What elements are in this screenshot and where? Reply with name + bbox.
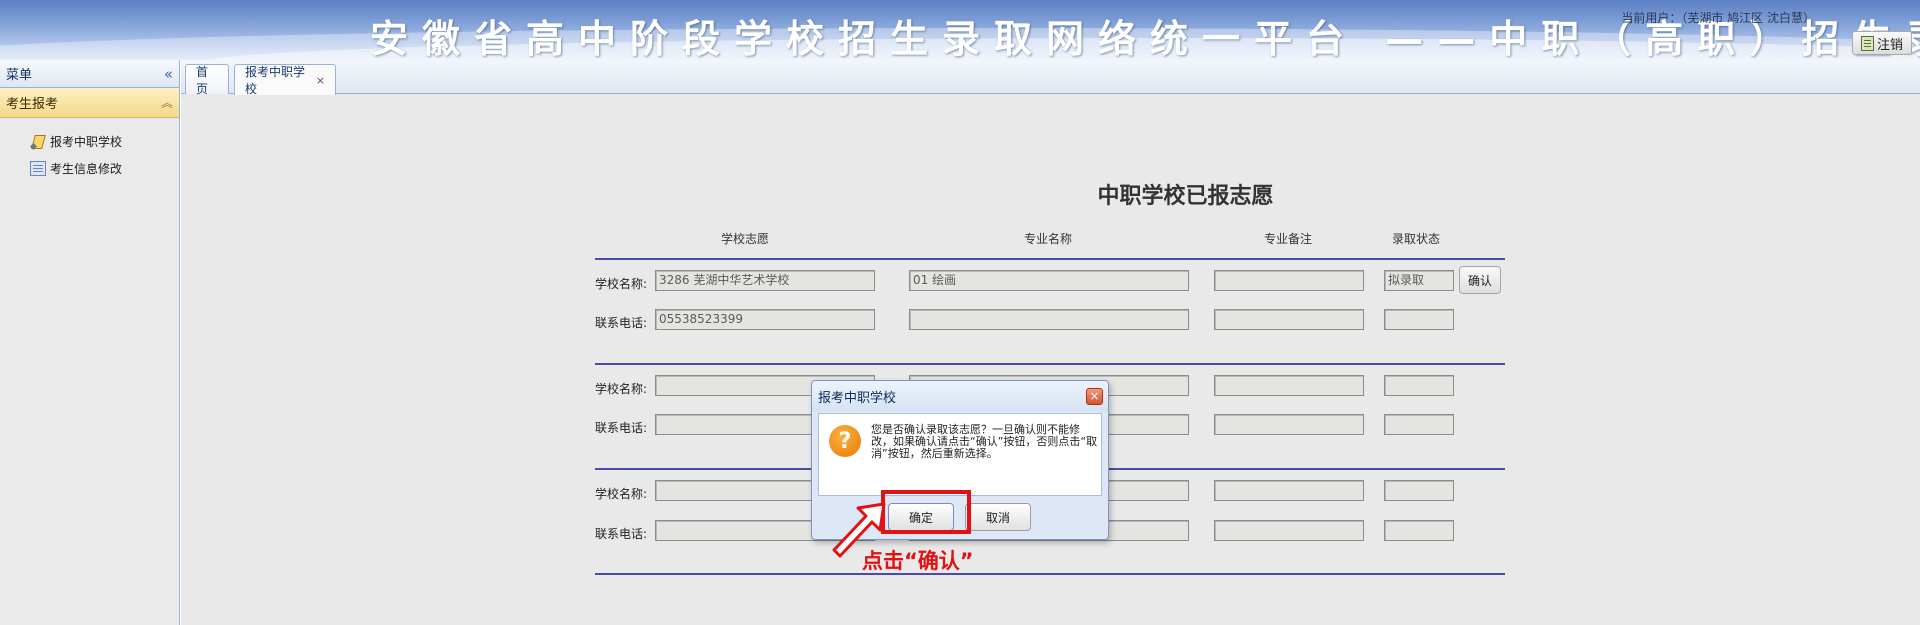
sidebar-item-label: 考生信息修改 xyxy=(50,162,123,176)
phone-label: 联系电话: xyxy=(595,316,648,330)
major-note-field[interactable] xyxy=(1214,270,1364,291)
blank-field[interactable] xyxy=(909,309,1189,330)
dialog-title: 报考中职学校 xyxy=(818,390,897,406)
sidebar-item-label: 报考中职学校 xyxy=(50,135,123,149)
sidebar-group-exam[interactable]: 考生报考 ︽ xyxy=(0,88,179,118)
sidebar-title: 菜单 xyxy=(6,68,33,83)
school-name-field[interactable]: 3286 芜湖中华艺术学校 xyxy=(655,270,875,291)
header-banner: 安徽省高中阶段学校招生录取网络统一平台 ——中职（高职）招生录取 当前用户：（芜… xyxy=(0,0,1920,60)
school-name-label: 学校名称: xyxy=(595,487,648,501)
column-header-school: 学校志愿 xyxy=(721,232,770,246)
close-icon[interactable]: × xyxy=(316,74,325,87)
blank-field[interactable] xyxy=(1214,520,1364,541)
tab-label: 首页 xyxy=(196,64,209,96)
separator-line xyxy=(595,363,1505,365)
current-user: 当前用户：（芜湖市 鸠江区 沈白慧） xyxy=(1621,11,1815,25)
school-name-label: 学校名称: xyxy=(595,277,648,291)
highlight-box xyxy=(881,490,971,534)
form-title: 中职学校已报志愿 xyxy=(1097,184,1274,209)
sidebar: 菜单 « 考生报考 ︽ 报考中职学校 考生信息修改 xyxy=(0,60,180,625)
major-name-field[interactable]: 01 绘画 xyxy=(909,270,1189,291)
annotation-text: 点击“确认” xyxy=(862,549,974,573)
separator-line xyxy=(595,258,1505,260)
admission-status-field[interactable]: 拟录取 xyxy=(1384,270,1454,291)
phone-field[interactable]: 05538523399 xyxy=(655,309,875,330)
tab-apply-school[interactable]: 报考中职学校 × xyxy=(234,64,336,96)
sidebar-menu: 报考中职学校 考生信息修改 xyxy=(0,118,179,182)
logout-button[interactable]: 注销 xyxy=(1852,31,1912,55)
form-icon xyxy=(30,161,46,176)
major-note-field[interactable] xyxy=(1214,480,1364,501)
form-content: 中职学校已报志愿 学校志愿 专业名称 专业备注 录取状态 学校名称: 3286 … xyxy=(181,95,1920,625)
tab-bar: 首页 报考中职学校 × xyxy=(181,60,1920,96)
tab-label: 报考中职学校 xyxy=(245,65,306,96)
sidebar-item-apply-school[interactable]: 报考中职学校 xyxy=(0,128,179,155)
separator-line xyxy=(595,573,1505,575)
blank-field[interactable] xyxy=(1384,414,1454,435)
logout-label: 注销 xyxy=(1876,37,1903,53)
collapse-icon[interactable]: « xyxy=(164,65,173,83)
blank-field[interactable] xyxy=(1214,414,1364,435)
dialog-message: 您是否确认录取该志愿？一旦确认则不能修改，如果确认请点击“确认”按钮，否则点击“… xyxy=(871,423,1098,460)
sidebar-group-label: 考生报考 xyxy=(6,97,59,112)
blank-field[interactable] xyxy=(1384,309,1454,330)
blank-field[interactable] xyxy=(1384,520,1454,541)
pen-icon xyxy=(30,134,46,150)
sidebar-header: 菜单 « xyxy=(0,60,179,88)
chevron-up-icon[interactable]: ︽ xyxy=(161,94,173,111)
main-area: 首页 报考中职学校 × 中职学校已报志愿 学校志愿 专业名称 专业备注 录取状态… xyxy=(181,60,1920,625)
column-header-status: 录取状态 xyxy=(1392,232,1441,246)
logout-icon xyxy=(1860,35,1874,51)
tab-home[interactable]: 首页 xyxy=(185,64,229,96)
phone-label: 联系电话: xyxy=(595,421,648,435)
admission-status-field[interactable] xyxy=(1384,375,1454,396)
column-header-major: 专业名称 xyxy=(1024,232,1073,246)
confirm-button[interactable]: 确认 xyxy=(1459,266,1501,294)
sidebar-item-edit-info[interactable]: 考生信息修改 xyxy=(0,155,179,182)
major-note-field[interactable] xyxy=(1214,375,1364,396)
dialog-body: ? 您是否确认录取该志愿？一旦确认则不能修改，如果确认请点击“确认”按钮，否则点… xyxy=(818,413,1102,496)
cancel-button[interactable]: 取消 xyxy=(965,503,1031,531)
close-icon[interactable]: × xyxy=(1086,387,1103,405)
admission-status-field[interactable] xyxy=(1384,480,1454,501)
school-name-label: 学校名称: xyxy=(595,382,648,396)
phone-label: 联系电话: xyxy=(595,527,648,541)
dialog-title-bar[interactable]: 报考中职学校 × xyxy=(812,381,1108,411)
question-icon: ? xyxy=(829,425,861,457)
blank-field[interactable] xyxy=(1214,309,1364,330)
column-header-note: 专业备注 xyxy=(1264,232,1313,246)
